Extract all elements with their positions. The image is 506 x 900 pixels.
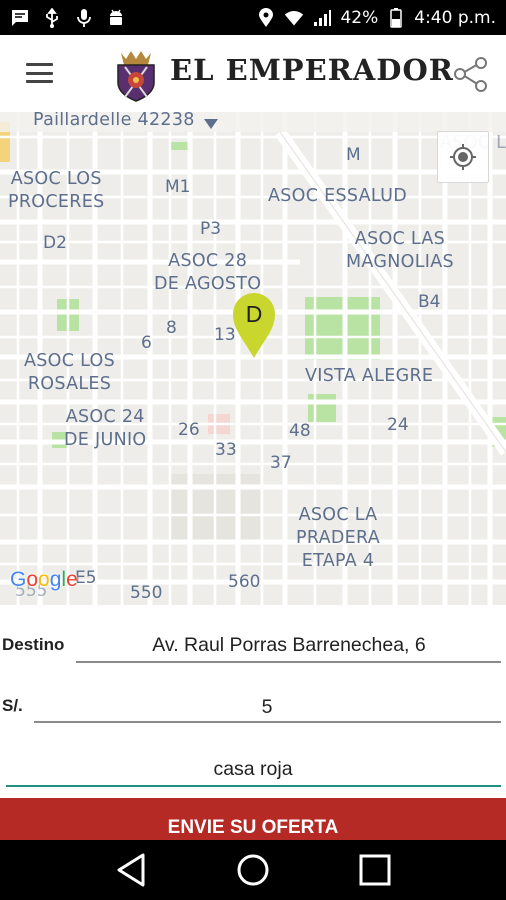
submit-offer-button[interactable]: ENVIE SU OFERTA bbox=[0, 798, 506, 846]
hamburger-menu-icon[interactable] bbox=[26, 63, 53, 83]
map-block-code: 8 bbox=[166, 318, 177, 338]
map-block-code: 33 bbox=[215, 440, 237, 460]
status-bar: 42% 4:40 p.m. bbox=[0, 0, 506, 35]
battery-percent: 42% bbox=[340, 7, 379, 28]
map-area-label: ASOC LA PRADERA ETAPA 4 bbox=[296, 505, 381, 571]
offer-form: Destino S/. ENVIE SU OFERTA bbox=[0, 605, 506, 846]
map-area-label: ASOC LOS PROCERES bbox=[8, 169, 105, 212]
my-location-button[interactable] bbox=[437, 131, 489, 183]
wifi-icon bbox=[284, 8, 304, 28]
map-block-code: 560 bbox=[228, 572, 261, 592]
map-block-code: M bbox=[346, 145, 361, 165]
android-nav-bar bbox=[0, 840, 506, 900]
share-icon[interactable] bbox=[452, 55, 490, 93]
map-area-label: ASOC ESSALUD bbox=[268, 186, 407, 206]
app-title: EL EMPERADOR bbox=[170, 53, 454, 87]
reference-underline bbox=[6, 785, 501, 787]
map-block-code: 550 bbox=[130, 583, 163, 603]
signal-icon bbox=[312, 8, 332, 28]
status-time: 4:40 p.m. bbox=[414, 7, 496, 28]
price-underline bbox=[34, 721, 501, 723]
map-block-code: 48 bbox=[289, 421, 311, 441]
destination-underline bbox=[76, 661, 501, 663]
app-screen: 42% 4:40 p.m. EL EMPERADOR Paillardelle … bbox=[0, 0, 506, 900]
map-block-code: 24 bbox=[387, 415, 409, 435]
home-icon[interactable] bbox=[230, 847, 276, 893]
map-area-label: VISTA ALEGRE bbox=[305, 366, 434, 386]
map-area-label: ASOC LOS ROSALES bbox=[24, 351, 116, 394]
map-block-code: D2 bbox=[43, 233, 67, 253]
map-label-top: Paillardelle 42238 bbox=[33, 112, 195, 130]
pin-letter: D bbox=[245, 301, 263, 327]
map-block-code: P3 bbox=[200, 219, 222, 239]
status-right-icons: 42% 4:40 p.m. bbox=[256, 7, 496, 28]
map-area-label: ASOC 28 DE AGOSTO bbox=[154, 251, 262, 294]
destination-input[interactable] bbox=[78, 627, 500, 663]
map-block-code: 6 bbox=[141, 333, 152, 353]
recents-icon[interactable] bbox=[352, 847, 398, 893]
google-logo: Google bbox=[10, 568, 78, 591]
app-header: EL EMPERADOR bbox=[0, 35, 506, 112]
usb-icon bbox=[42, 7, 62, 28]
map-block-code: 37 bbox=[270, 453, 292, 473]
message-icon bbox=[10, 8, 30, 28]
price-input[interactable] bbox=[34, 689, 500, 725]
brand-logo bbox=[113, 43, 159, 103]
location-icon bbox=[256, 7, 276, 28]
map-block-code: B4 bbox=[418, 292, 441, 312]
map-view[interactable]: Paillardelle 42238 ASOC LOS PROCERES ASOC… bbox=[0, 112, 506, 605]
android-icon bbox=[106, 8, 126, 28]
microphone-icon bbox=[74, 8, 94, 28]
destination-pin[interactable]: D bbox=[231, 292, 277, 360]
map-block-code: 26 bbox=[178, 420, 200, 440]
reference-input[interactable] bbox=[6, 751, 500, 787]
map-block-code: M1 bbox=[165, 177, 191, 197]
status-left-icons bbox=[10, 7, 126, 28]
price-label: S/. bbox=[2, 696, 23, 715]
back-icon[interactable] bbox=[108, 847, 154, 893]
map-area-label: ASOC 24 DE JUNIO bbox=[64, 407, 147, 450]
battery-icon bbox=[386, 7, 406, 28]
map-dropdown-icon bbox=[203, 115, 219, 134]
map-area-label: ASOC LAS MAGNOLIAS bbox=[346, 229, 454, 272]
destination-label: Destino bbox=[2, 635, 65, 654]
crosshair-icon bbox=[450, 144, 476, 170]
map-block-code: E5 bbox=[75, 568, 97, 588]
